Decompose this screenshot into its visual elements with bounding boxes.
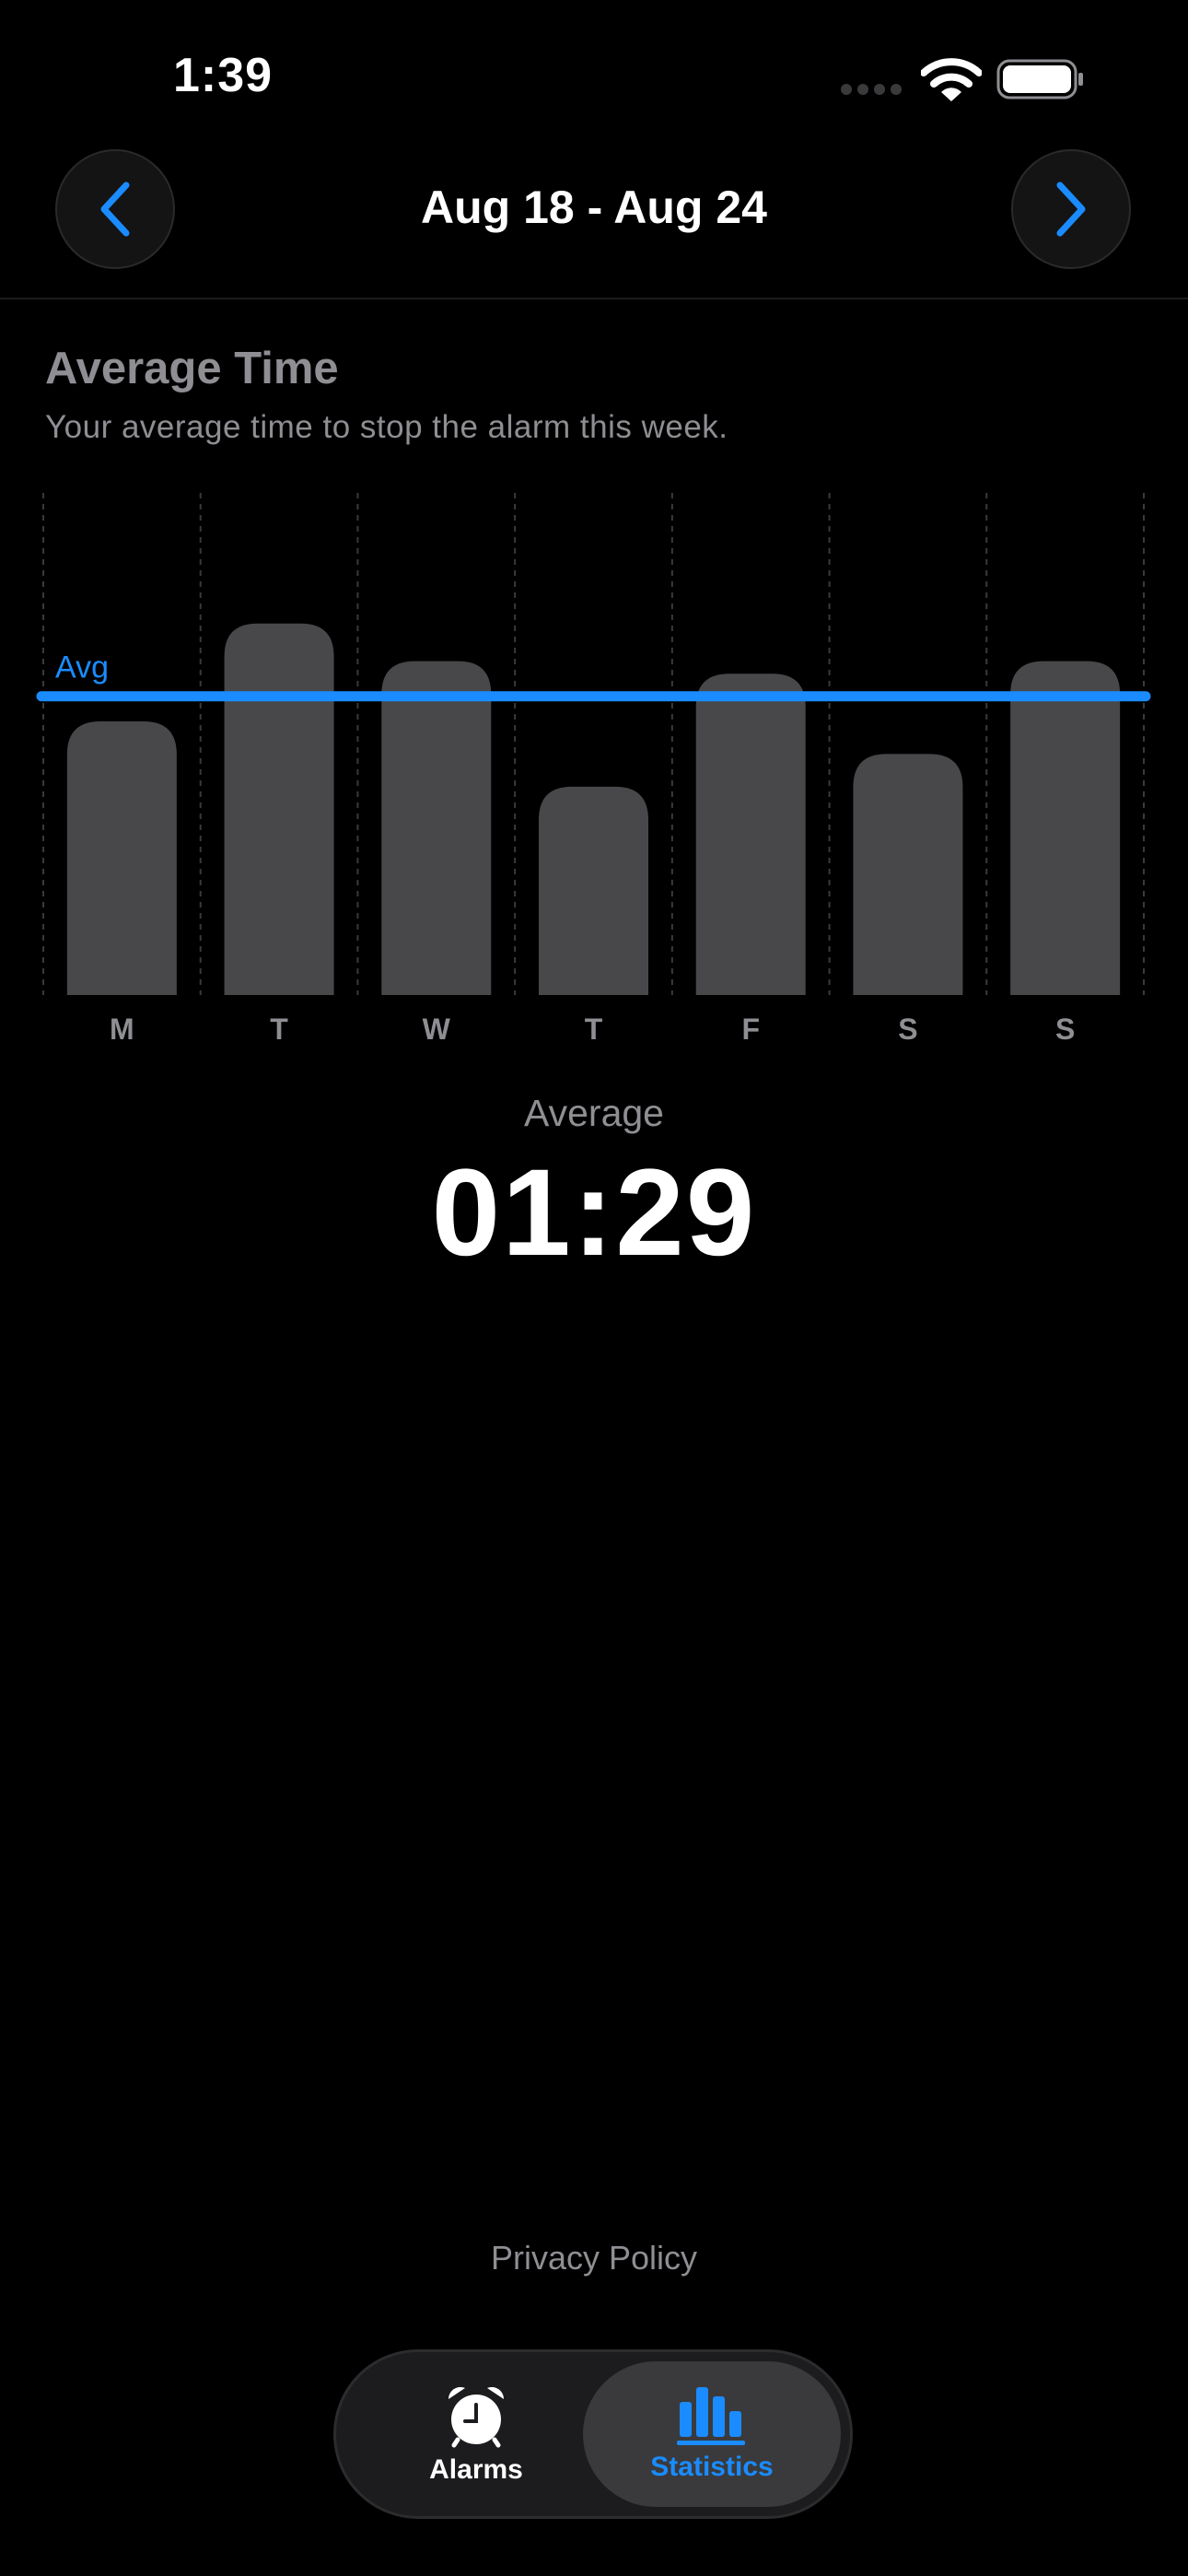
chart-x-tick-label: M xyxy=(110,1013,134,1046)
chart-average-label: Avg xyxy=(55,650,109,685)
tab-alarms[interactable]: Alarms xyxy=(347,2361,605,2507)
tab-bar: Alarms Statistics xyxy=(333,2349,853,2519)
chart-x-tick-label: S xyxy=(898,1013,917,1046)
average-time-chart: M T W T F S S Avg xyxy=(36,493,1151,1046)
chart-bar xyxy=(853,754,963,995)
tab-alarms-label: Alarms xyxy=(429,2454,523,2485)
cellular-dots-icon xyxy=(841,84,902,95)
privacy-policy-link[interactable]: Privacy Policy xyxy=(0,2239,1188,2277)
average-label: Average xyxy=(524,1092,664,1134)
alarm-clock-icon xyxy=(448,2387,504,2448)
chevron-right-icon xyxy=(1056,181,1086,237)
chart-bar xyxy=(539,786,648,995)
average-value: 01:29 xyxy=(431,1144,757,1282)
tab-statistics[interactable]: Statistics xyxy=(583,2361,841,2507)
chart-x-tick-label: T xyxy=(270,1013,288,1046)
chart-bar xyxy=(381,661,492,995)
wifi-icon xyxy=(921,58,982,101)
chart-bar xyxy=(695,673,806,995)
tab-statistics-label: Statistics xyxy=(650,2452,774,2482)
next-week-button[interactable] xyxy=(1011,149,1131,269)
section-subtitle: Your average time to stop the alarm this… xyxy=(45,409,728,445)
chart-x-tick-label: T xyxy=(585,1013,603,1046)
battery-full-icon xyxy=(996,59,1083,100)
status-time: 1:39 xyxy=(173,49,274,102)
chart-bar xyxy=(1010,661,1121,995)
chart-bar xyxy=(66,720,177,995)
header-divider xyxy=(0,298,1188,299)
section-title: Average Time xyxy=(45,344,339,393)
status-bar: 1:39 xyxy=(0,0,1188,157)
chart-x-tick-label: F xyxy=(741,1013,760,1046)
chart-x-tick-label: W xyxy=(423,1013,451,1046)
chart-bar xyxy=(224,623,334,995)
bar-chart-icon xyxy=(677,2387,745,2445)
chart-x-tick-label: S xyxy=(1055,1013,1075,1046)
week-range-title: Aug 18 - Aug 24 xyxy=(421,181,767,233)
